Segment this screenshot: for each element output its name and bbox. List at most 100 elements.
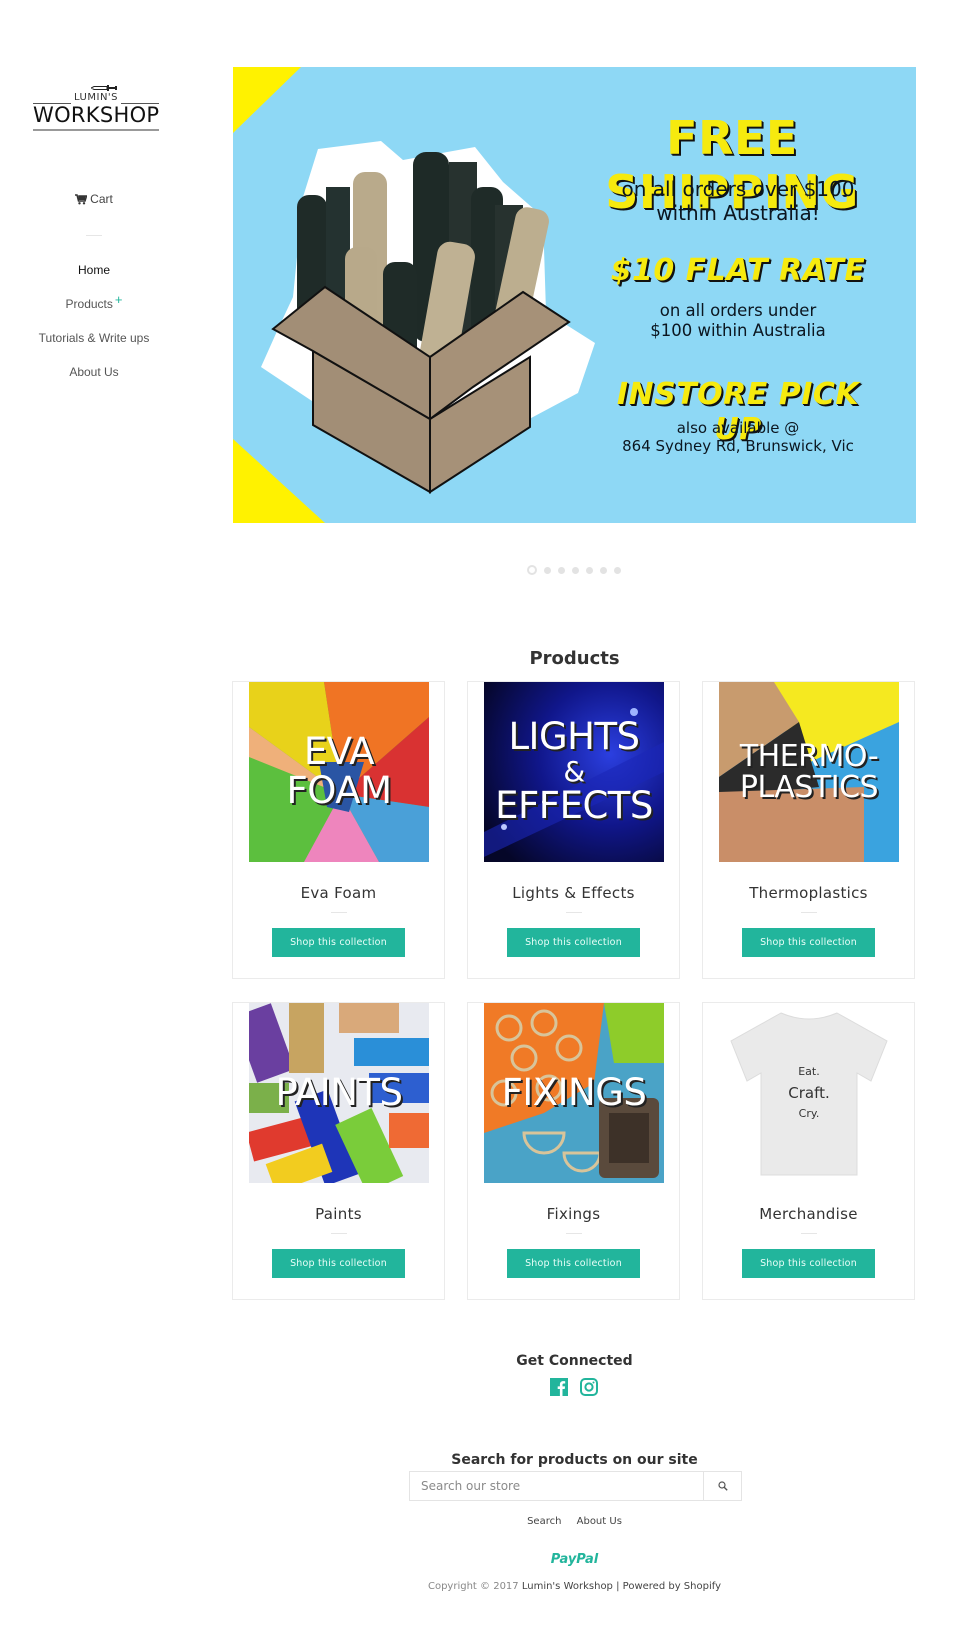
collection-name[interactable]: Merchandise <box>703 1205 914 1223</box>
banner-text-pickup: also available @ 864 Sydney Rd, Brunswic… <box>593 419 883 455</box>
collection-image[interactable]: THERMO- PLASTICS <box>719 682 899 862</box>
shop-collection-button[interactable]: Shop this collection <box>272 1249 405 1278</box>
facebook-icon <box>550 1378 568 1396</box>
main-nav: Home Products + Tutorials & Write ups Abo… <box>0 262 188 398</box>
nav-item-label: About Us <box>69 365 119 379</box>
card-divider <box>801 1233 817 1234</box>
collection-card-merchandise[interactable]: Eat. Craft. Cry. Merchandise Shop this c… <box>702 1002 915 1300</box>
collection-image[interactable]: FIXINGS <box>484 1003 664 1183</box>
slide-dot-6[interactable] <box>600 566 607 574</box>
collection-card-fixings[interactable]: FIXINGS Fixings Shop this collection <box>467 1002 680 1300</box>
social-links <box>550 1378 598 1400</box>
yellow-corner-top-left <box>233 67 301 133</box>
cart-label: Cart <box>90 192 113 206</box>
slide-dot-3[interactable] <box>558 566 565 574</box>
nav-item-tutorials[interactable]: Tutorials & Write ups <box>0 330 188 364</box>
nav-item-products[interactable]: Products + <box>0 292 188 330</box>
banner-line: on all orders over $100 <box>621 177 855 201</box>
banner-line: on all orders under <box>659 301 817 320</box>
banner-headline-flat-rate: $10 FLAT RATE <box>610 253 866 288</box>
sword-icon <box>91 85 117 91</box>
instagram-link[interactable] <box>580 1378 598 1400</box>
search-submit-button[interactable] <box>704 1472 741 1500</box>
collection-card-eva-foam[interactable]: EVA FOAM Eva Foam Shop this collection <box>232 681 445 979</box>
shop-collection-button[interactable]: Shop this collection <box>742 928 875 957</box>
collection-name[interactable]: Fixings <box>468 1205 679 1223</box>
caption-line: Craft. <box>788 1084 830 1102</box>
footer-link-search[interactable]: Search <box>527 1516 561 1527</box>
caption-line: PLASTICS <box>739 770 879 805</box>
copyright-separator: | <box>616 1581 620 1592</box>
shop-collection-button[interactable]: Shop this collection <box>507 1249 640 1278</box>
nav-item-label: Home <box>77 263 110 277</box>
nav-item-home[interactable]: Home <box>0 262 188 296</box>
logo-main-text: WORKSHOP <box>33 103 160 127</box>
card-divider <box>331 1233 347 1234</box>
caption-line: Eat. <box>798 1065 820 1079</box>
cart-link[interactable]: Cart <box>0 192 188 206</box>
nav-item-label: Products <box>65 297 113 311</box>
copyright-prefix: Copyright © 2017 <box>427 1581 519 1592</box>
caption-line: & <box>563 755 585 789</box>
cart-icon <box>75 194 88 205</box>
footer-link-about-us[interactable]: About Us <box>577 1516 622 1527</box>
card-divider <box>331 912 347 913</box>
banner-line: also available @ <box>676 419 800 437</box>
sidebar-divider <box>86 235 102 236</box>
copyright: Copyright © 2017 Lumin's Workshop | Powe… <box>233 1581 916 1592</box>
powered-by-shopify-link[interactable]: Powered by Shopify <box>623 1581 721 1592</box>
store-logo[interactable]: LUMIN'S WORKSHOP <box>33 84 159 132</box>
logo-top-text: LUMIN'S <box>33 92 159 104</box>
collection-name[interactable]: Paints <box>233 1205 444 1223</box>
collection-image[interactable]: PAINTS <box>249 1003 429 1183</box>
collection-image-caption: LIGHTS & EFFECTS <box>484 682 664 862</box>
hero-slideshow[interactable]: FREE SHIPPING on all orders over $100 wi… <box>233 67 916 523</box>
shop-collection-button[interactable]: Shop this collection <box>742 1249 875 1278</box>
instagram-icon <box>580 1378 598 1396</box>
slide-dot-1[interactable] <box>527 565 537 575</box>
collection-image[interactable]: Eat. Craft. Cry. <box>719 1003 899 1183</box>
collection-card-lights-effects[interactable]: LIGHTS & EFFECTS Lights & Effects Shop t… <box>467 681 680 979</box>
slide-dot-5[interactable] <box>586 566 593 574</box>
collection-name[interactable]: Eva Foam <box>233 884 444 902</box>
expand-plus-icon[interactable]: + <box>115 292 123 307</box>
collection-image[interactable]: LIGHTS & EFFECTS <box>484 682 664 862</box>
card-divider <box>566 1233 582 1234</box>
tshirt-print-text: Eat. Craft. Cry. <box>719 1003 899 1183</box>
banner-line: 864 Sydney Rd, Brunswick, Vic <box>622 437 854 455</box>
shop-collection-button[interactable]: Shop this collection <box>507 928 640 957</box>
banner-text-free-shipping: on all orders over $100 within Australia… <box>573 177 903 225</box>
nav-item-label: Tutorials & Write ups <box>38 331 150 345</box>
caption-line: EVA <box>303 730 375 774</box>
store-name-link[interactable]: Lumin's Workshop <box>522 1581 613 1592</box>
banner-line: within Australia! <box>656 201 820 225</box>
collection-image[interactable]: EVA FOAM <box>249 682 429 862</box>
nav-item-about-us[interactable]: About Us <box>0 364 188 398</box>
search-section-title: Search for products on our site <box>451 1452 698 1468</box>
caption-line: FIXINGS <box>501 1070 647 1114</box>
search-input[interactable] <box>410 1472 704 1500</box>
slide-dot-7[interactable] <box>614 566 621 574</box>
collection-card-paints[interactable]: PAINTS Paints Shop this collection <box>232 1002 445 1300</box>
facebook-link[interactable] <box>550 1378 568 1400</box>
slide-dot-2[interactable] <box>544 566 551 574</box>
collection-image-caption: THERMO- PLASTICS <box>719 682 899 862</box>
slideshow-pagination <box>527 565 621 575</box>
search-icon <box>717 1480 728 1491</box>
collection-image-caption: FIXINGS <box>484 1003 664 1183</box>
banner-line: $100 within Australia <box>650 320 826 340</box>
caption-line: THERMO- <box>739 738 879 774</box>
slide-dot-4[interactable] <box>572 566 579 574</box>
footer-search-form <box>409 1471 742 1501</box>
yellow-corner-bottom-left <box>233 439 325 523</box>
paypal-payment-icon: PayPal <box>550 1552 599 1567</box>
collection-name[interactable]: Thermoplastics <box>703 884 914 902</box>
banner-text-flat-rate: on all orders under $100 within Australi… <box>603 301 873 341</box>
get-connected-title: Get Connected <box>516 1353 633 1369</box>
caption-line: LIGHTS <box>508 715 640 759</box>
shop-collection-button[interactable]: Shop this collection <box>272 928 405 957</box>
collection-card-thermoplastics[interactable]: THERMO- PLASTICS Thermoplastics Shop thi… <box>702 681 915 979</box>
products-section-title: Products <box>529 648 620 669</box>
card-divider <box>801 912 817 913</box>
collection-name[interactable]: Lights & Effects <box>468 884 679 902</box>
